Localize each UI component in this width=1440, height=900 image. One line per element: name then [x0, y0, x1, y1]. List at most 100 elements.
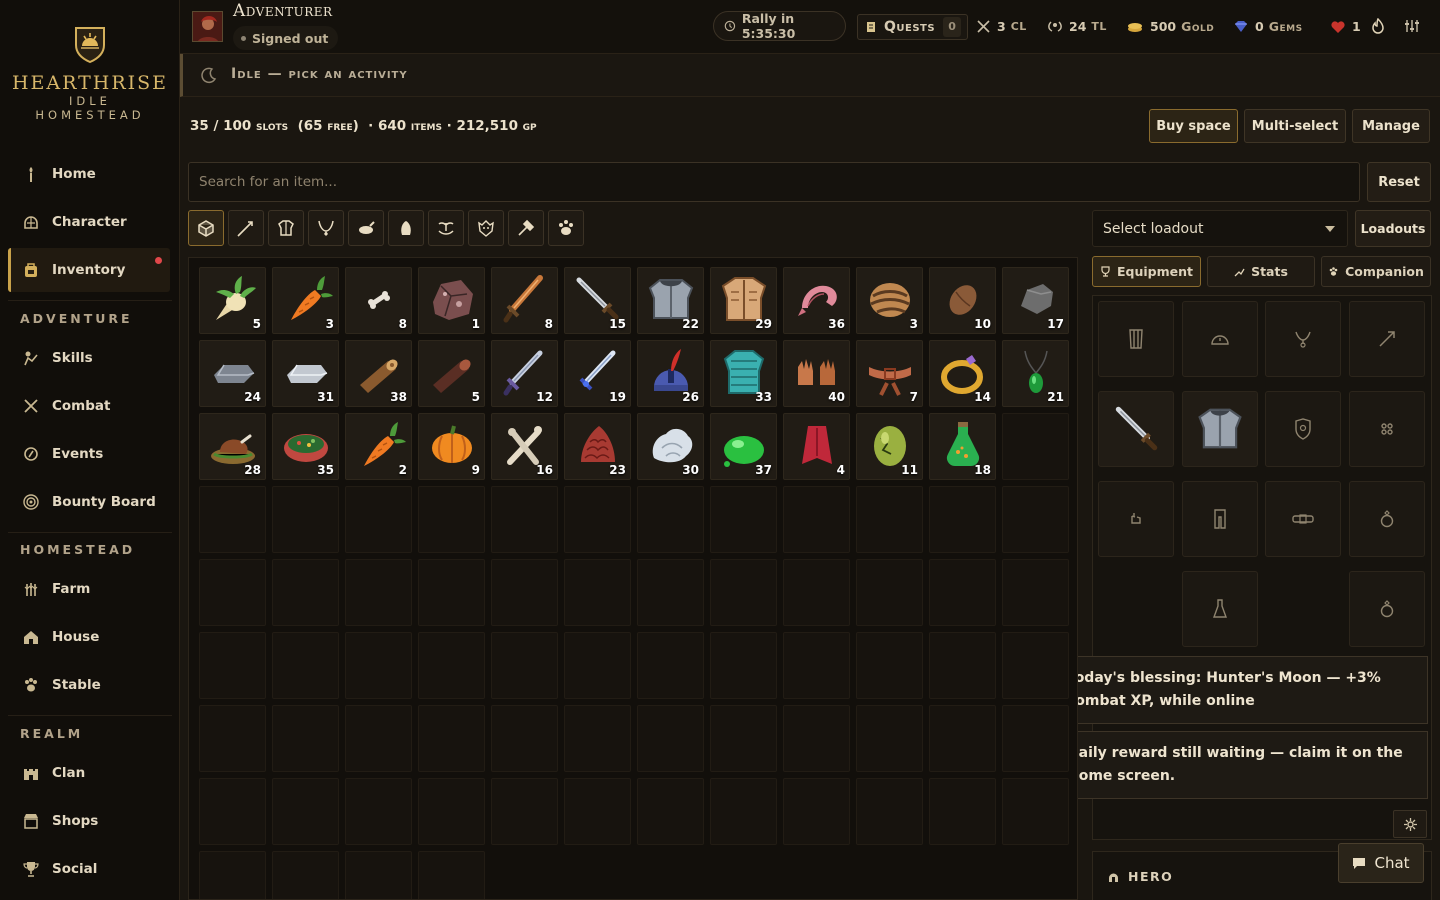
empty-inventory-slot[interactable]: [1002, 486, 1069, 553]
inventory-slot[interactable]: 12: [491, 340, 558, 407]
inventory-slot[interactable]: 17: [1002, 267, 1069, 334]
empty-inventory-slot[interactable]: [1002, 705, 1069, 772]
empty-inventory-slot[interactable]: [345, 851, 412, 899]
filter-armor[interactable]: [268, 210, 304, 246]
gold-counter[interactable]: 500 Gold: [1127, 14, 1214, 38]
equip-slot-ring-2[interactable]: [1349, 571, 1425, 647]
empty-inventory-slot[interactable]: [272, 486, 339, 553]
filter-misc[interactable]: [508, 210, 544, 246]
empty-inventory-slot[interactable]: [272, 632, 339, 699]
empty-inventory-slot[interactable]: [564, 632, 631, 699]
empty-inventory-slot[interactable]: [199, 486, 266, 553]
empty-inventory-slot[interactable]: [491, 559, 558, 626]
empty-inventory-slot[interactable]: [856, 778, 923, 845]
empty-inventory-slot[interactable]: [199, 851, 266, 899]
filter-pets[interactable]: [548, 210, 584, 246]
empty-inventory-slot[interactable]: [564, 705, 631, 772]
empty-inventory-slot[interactable]: [783, 705, 850, 772]
inventory-slot[interactable]: 9: [418, 413, 485, 480]
inventory-slot[interactable]: 8: [491, 267, 558, 334]
chat-button[interactable]: Chat: [1338, 843, 1424, 883]
equip-slot-quiver[interactable]: [1349, 391, 1425, 467]
sidebar-item-events[interactable]: Events: [8, 432, 170, 476]
loadout-select[interactable]: Select loadout: [1092, 210, 1348, 247]
inventory-slot[interactable]: 21: [1002, 340, 1069, 407]
equip-slot-head[interactable]: [1182, 301, 1258, 377]
inventory-slot[interactable]: 22: [637, 267, 704, 334]
empty-inventory-slot[interactable]: [272, 778, 339, 845]
empty-inventory-slot[interactable]: [418, 705, 485, 772]
empty-inventory-slot[interactable]: [418, 632, 485, 699]
quests-button[interactable]: Quests 0: [857, 14, 969, 40]
filter-all-items[interactable]: [188, 210, 224, 246]
sidebar-item-skills[interactable]: Skills: [8, 336, 170, 380]
inventory-slot[interactable]: 31: [272, 340, 339, 407]
empty-inventory-slot[interactable]: [272, 851, 339, 899]
tab-equipment[interactable]: Equipment: [1092, 256, 1201, 287]
empty-inventory-slot[interactable]: [491, 705, 558, 772]
inventory-slot[interactable]: 35: [272, 413, 339, 480]
account-status[interactable]: Signed out: [233, 26, 339, 50]
notification-toast[interactable]: Daily reward still waiting — claim it on…: [1048, 731, 1428, 799]
inventory-slot[interactable]: 38: [345, 340, 412, 407]
empty-inventory-slot[interactable]: [929, 778, 996, 845]
empty-inventory-slot[interactable]: [272, 705, 339, 772]
empty-inventory-slot[interactable]: [637, 705, 704, 772]
empty-inventory-slot[interactable]: [637, 559, 704, 626]
search-input[interactable]: [188, 162, 1360, 202]
inventory-slot[interactable]: 7: [856, 340, 923, 407]
inventory-slot[interactable]: 1: [418, 267, 485, 334]
inventory-slot[interactable]: 26: [637, 340, 704, 407]
inventory-slot[interactable]: 2: [345, 413, 412, 480]
tab-companion[interactable]: Companion: [1321, 256, 1431, 287]
empty-inventory-slot[interactable]: [564, 486, 631, 553]
empty-inventory-slot[interactable]: [637, 778, 704, 845]
equip-slot-cape[interactable]: [1098, 301, 1174, 377]
empty-inventory-slot[interactable]: [856, 486, 923, 553]
inventory-slot[interactable]: 36: [783, 267, 850, 334]
sidebar-item-house[interactable]: House: [8, 615, 170, 659]
inventory-slot[interactable]: 3: [272, 267, 339, 334]
sidebar-item-social[interactable]: Social: [8, 847, 170, 891]
empty-inventory-slot[interactable]: [783, 632, 850, 699]
rally-timer[interactable]: Rally in 5:35:30: [713, 11, 846, 41]
empty-inventory-slot[interactable]: [637, 486, 704, 553]
empty-inventory-slot[interactable]: [345, 559, 412, 626]
inventory-slot[interactable]: 33: [710, 340, 777, 407]
empty-inventory-slot[interactable]: [418, 778, 485, 845]
empty-inventory-slot[interactable]: [929, 705, 996, 772]
sidebar-item-farm[interactable]: Farm: [8, 567, 170, 611]
equip-slot-body[interactable]: [1182, 391, 1258, 467]
empty-inventory-slot[interactable]: [710, 486, 777, 553]
empty-inventory-slot[interactable]: [564, 778, 631, 845]
hearth-button[interactable]: [1370, 14, 1392, 38]
filter-food[interactable]: [348, 210, 384, 246]
buy-space-button[interactable]: Buy space: [1149, 109, 1238, 143]
empty-inventory-slot[interactable]: [710, 559, 777, 626]
activity-bar[interactable]: Idle — pick an activity: [180, 54, 1440, 97]
inventory-slot[interactable]: 40: [783, 340, 850, 407]
empty-inventory-slot[interactable]: [1002, 632, 1069, 699]
settings-sliders-button[interactable]: [1404, 14, 1426, 38]
empty-inventory-slot[interactable]: [929, 486, 996, 553]
filter-tools[interactable]: [228, 210, 264, 246]
empty-inventory-slot[interactable]: [1002, 778, 1069, 845]
inventory-slot[interactable]: 3: [856, 267, 923, 334]
empty-inventory-slot[interactable]: [783, 559, 850, 626]
inventory-slot[interactable]: 5: [199, 267, 266, 334]
empty-inventory-slot[interactable]: [199, 632, 266, 699]
tab-stats[interactable]: Stats: [1207, 256, 1315, 287]
empty-inventory-slot[interactable]: [345, 486, 412, 553]
empty-inventory-slot[interactable]: [637, 632, 704, 699]
empty-inventory-slot[interactable]: [345, 778, 412, 845]
equip-slot-weapon[interactable]: [1098, 391, 1174, 467]
inventory-slot[interactable]: 37: [710, 413, 777, 480]
inventory-slot[interactable]: 23: [564, 413, 631, 480]
sidebar-item-home[interactable]: Home: [8, 152, 170, 196]
equip-slot-hands[interactable]: [1098, 481, 1174, 557]
filter-seeds[interactable]: [428, 210, 464, 246]
empty-inventory-slot[interactable]: [856, 559, 923, 626]
empty-inventory-slot[interactable]: [199, 778, 266, 845]
filter-creatures[interactable]: [468, 210, 504, 246]
empty-inventory-slot[interactable]: [710, 632, 777, 699]
